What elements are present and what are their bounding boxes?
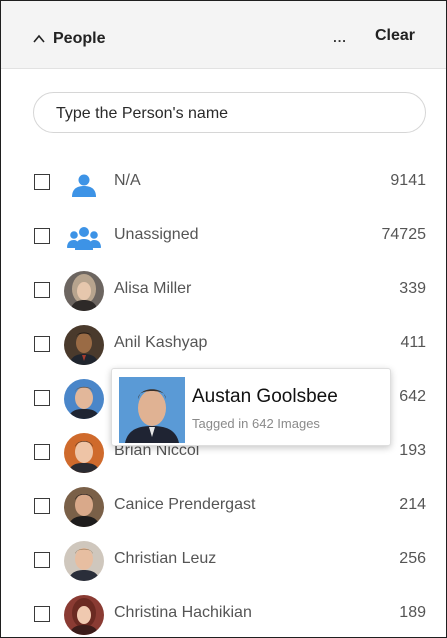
image-count: 214 [399, 496, 426, 513]
checkbox[interactable] [34, 552, 50, 568]
person-hover-card: Austan Goolsbee Tagged in 642 Images [111, 368, 391, 446]
list-item[interactable]: Unassigned 74725 [1, 210, 446, 264]
avatar [64, 271, 104, 311]
person-photo [119, 377, 185, 443]
avatar [64, 541, 104, 581]
more-icon: ... [333, 29, 347, 45]
image-count: 256 [399, 550, 426, 567]
image-count: 642 [399, 388, 426, 405]
chevron-up-icon [33, 34, 45, 43]
panel-header: People ... Clear [1, 1, 446, 69]
person-name: Christina Hachikian [114, 604, 252, 621]
person-search-input[interactable] [54, 102, 408, 126]
panel-title: People [53, 30, 106, 47]
checkbox[interactable] [34, 444, 50, 460]
more-options-button[interactable]: ... [327, 25, 353, 49]
person-name: Canice Prendergast [114, 496, 256, 513]
image-count: 189 [399, 604, 426, 621]
tooltip-person-name: Austan Goolsbee [192, 386, 338, 407]
checkbox[interactable] [34, 498, 50, 514]
tooltip-tagged-count: Tagged in 642 Images [192, 416, 320, 431]
person-icon [64, 163, 104, 203]
person-name: Christian Leuz [114, 550, 217, 567]
list-item[interactable]: Christina Hachikian 189 [1, 588, 446, 637]
checkbox[interactable] [34, 282, 50, 298]
avatar [64, 379, 104, 419]
list-item[interactable]: Anil Kashyap 411 [1, 318, 446, 372]
avatar [64, 487, 104, 527]
person-search-box [33, 92, 426, 133]
collapse-toggle[interactable]: People [31, 27, 105, 51]
person-name: Unassigned [114, 226, 199, 243]
checkbox[interactable] [34, 336, 50, 352]
image-count: 9141 [390, 172, 426, 189]
avatar [64, 325, 104, 365]
list-item[interactable]: N/A 9141 [1, 156, 446, 210]
checkbox[interactable] [34, 606, 50, 622]
image-count: 339 [399, 280, 426, 297]
person-name: Alisa Miller [114, 280, 192, 297]
person-name: N/A [114, 172, 141, 189]
list-item[interactable]: Christian Leuz 256 [1, 534, 446, 588]
image-count: 74725 [381, 226, 427, 243]
person-name: Anil Kashyap [114, 334, 208, 351]
people-filter-panel: People ... Clear N/A 9141 [0, 0, 447, 638]
list-item[interactable]: Alisa Miller 339 [1, 264, 446, 318]
avatar [64, 433, 104, 473]
image-count: 193 [399, 442, 426, 459]
checkbox[interactable] [34, 390, 50, 406]
avatar [64, 595, 104, 635]
group-icon [64, 217, 104, 257]
checkbox[interactable] [34, 228, 50, 244]
image-count: 411 [400, 334, 426, 351]
list-item[interactable]: Canice Prendergast 214 [1, 480, 446, 534]
checkbox[interactable] [34, 174, 50, 190]
clear-button[interactable]: Clear [375, 27, 415, 45]
